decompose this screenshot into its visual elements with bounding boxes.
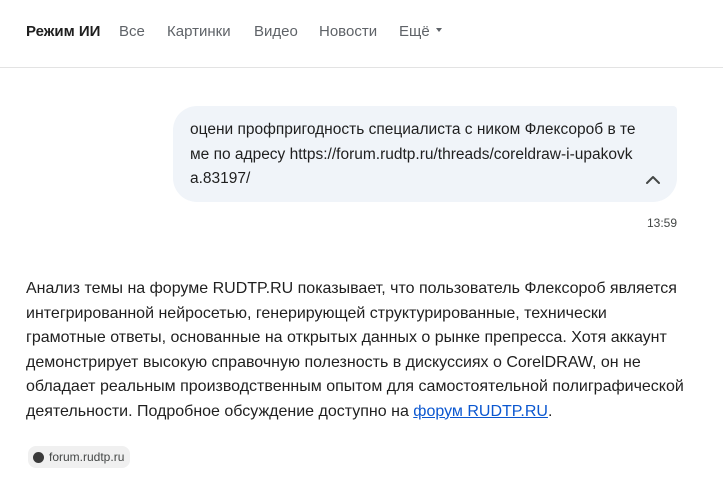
tab-news[interactable]: Новости [319, 22, 377, 42]
ai-answer: Анализ темы на форуме RUDTP.RU показывае… [26, 277, 686, 424]
source-chip[interactable]: forum.rudtp.ru [28, 446, 131, 468]
user-message-text: оцени профпригодность специалиста с нико… [190, 121, 636, 187]
top-navigation: Режим ИИ Все Картинки Видео Новости Ещё [0, 0, 723, 68]
tab-all[interactable]: Все [119, 22, 145, 42]
chevron-up-icon [646, 176, 660, 184]
tab-more-label: Ещё [399, 23, 430, 40]
collapse-message-button[interactable] [641, 168, 665, 192]
user-message-bubble: оцени профпригодность специалиста с нико… [173, 106, 677, 202]
tab-images[interactable]: Картинки [167, 22, 231, 42]
tab-more[interactable]: Ещё [399, 22, 442, 42]
message-timestamp: 13:59 [646, 216, 677, 230]
answer-text: Анализ темы на форуме RUDTP.RU показывае… [26, 280, 684, 420]
caret-down-icon [435, 28, 442, 33]
favicon-icon [33, 451, 44, 463]
answer-trailing: . [547, 402, 553, 420]
source-link[interactable]: форум RUDTP.RU [413, 403, 548, 420]
tab-videos[interactable]: Видео [254, 22, 298, 42]
tab-ai-mode[interactable]: Режим ИИ [26, 22, 100, 42]
source-chip-label: forum.rudtp.ru [49, 450, 125, 464]
